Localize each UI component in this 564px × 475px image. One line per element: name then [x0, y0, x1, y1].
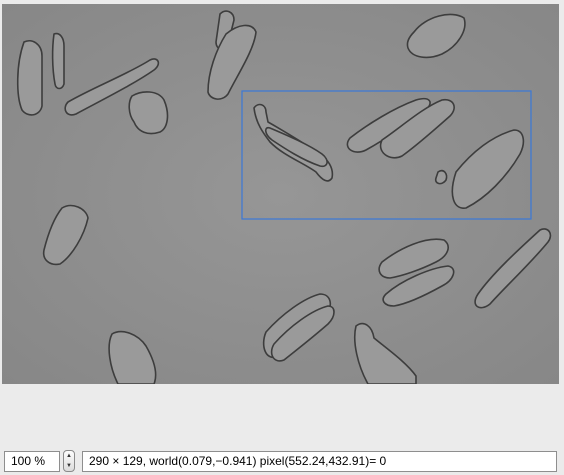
stepper-down-icon[interactable]: ▼ [64, 461, 74, 471]
microscopy-image [2, 4, 559, 384]
zoom-field[interactable]: 100 % [4, 451, 60, 472]
pixel-info-field: 290 × 129, world(0.079,−0.941) pixel(552… [82, 451, 557, 472]
stepper-up-icon[interactable]: ▲ [64, 451, 74, 461]
image-viewer-window: 100 % ▲ ▼ 290 × 129, world(0.079,−0.941)… [0, 0, 564, 475]
image-canvas[interactable] [2, 4, 559, 384]
status-bar: 100 % ▲ ▼ 290 × 129, world(0.079,−0.941)… [0, 448, 564, 475]
zoom-stepper[interactable]: ▲ ▼ [63, 450, 75, 472]
